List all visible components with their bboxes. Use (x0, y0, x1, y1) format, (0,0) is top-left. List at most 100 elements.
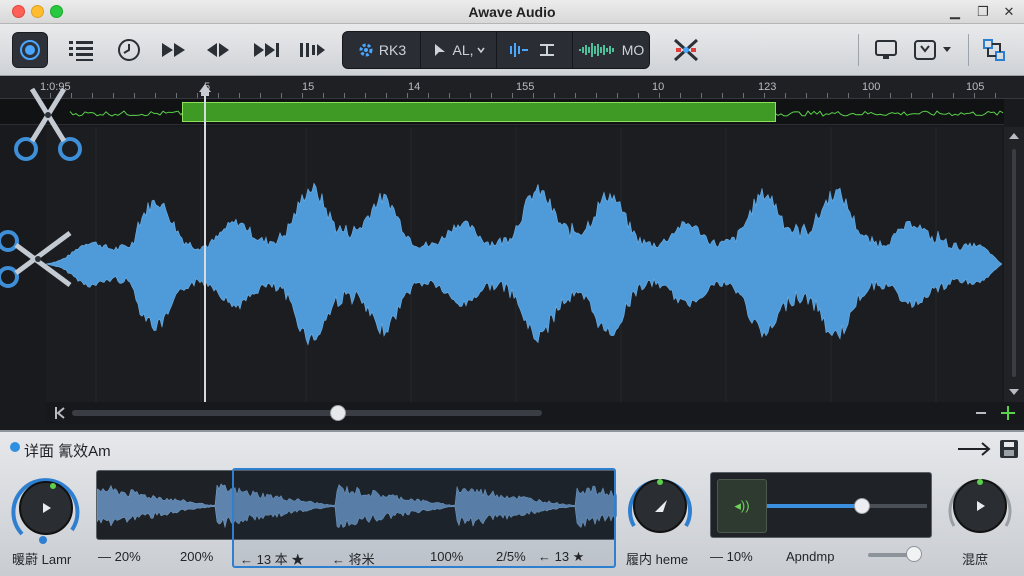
ruler-tick (659, 93, 660, 98)
value-label: 2/5% (496, 549, 526, 564)
waveform-editor[interactable]: 1:0:95 5 15 14 155 10 123 100 105 (0, 77, 1024, 430)
export-icon (914, 40, 951, 60)
scroll-thumb[interactable] (330, 405, 346, 421)
effect-button-3[interactable] (497, 32, 573, 68)
crop-tool-button[interactable] (668, 34, 704, 66)
ruler-tick (995, 93, 996, 98)
ruler-label: 155 (516, 81, 535, 93)
effect-button-4[interactable]: MO (573, 32, 649, 68)
record-button[interactable] (12, 32, 48, 68)
zoom-out-icon[interactable] (972, 402, 992, 424)
app-window: Awave Audio ▁ ❐ ✕ RK3 AL, MO 1:0:95 15 1… (0, 0, 1024, 576)
ruler-label: 123 (758, 81, 777, 93)
vertical-scrollbar[interactable] (1004, 127, 1024, 402)
clock-icon (118, 39, 140, 61)
level-thumb[interactable] (854, 498, 870, 514)
zoom-in-icon[interactable] (998, 402, 1018, 424)
ruler-tick (155, 93, 156, 98)
effect-button-1[interactable]: RK3 (343, 32, 421, 68)
ruler-tick (848, 93, 849, 98)
close-icon[interactable]: ✕ (998, 2, 1020, 22)
ruler-label: 105 (966, 81, 985, 93)
rewind-forward-button[interactable] (202, 34, 234, 66)
ruler-tick (407, 93, 408, 98)
skip-forward-button[interactable] (250, 34, 282, 66)
export-dropdown-button[interactable] (910, 34, 958, 66)
small-slider-thumb[interactable] (906, 546, 922, 562)
restore-icon[interactable]: ❐ (972, 2, 994, 22)
main-waveform[interactable] (45, 127, 1003, 402)
chevron-down-icon (476, 47, 485, 54)
ruler-tick (638, 93, 639, 98)
monitor-icon (875, 40, 897, 59)
toolbar-divider (858, 34, 859, 66)
ruler-tick (449, 93, 450, 98)
toolbar: RK3 AL, MO (0, 24, 1024, 76)
routing-button[interactable] (978, 34, 1010, 66)
selection-region[interactable] (182, 102, 776, 122)
output-knob[interactable] (944, 470, 1016, 542)
effects-panel: 详面 氰效Am 暖蔚 Lamr — 20% 200% ← 13 本 ★ ← 将米… (0, 430, 1024, 576)
scissors-icon[interactable] (8, 79, 88, 169)
effects-group: RK3 AL, MO (342, 31, 650, 69)
ruler-tick (512, 93, 513, 98)
ruler-tick (554, 93, 555, 98)
ruler-tick (176, 93, 177, 98)
ruler-tick (596, 93, 597, 98)
ruler-tick (218, 93, 219, 98)
fast-forward-icon (162, 43, 185, 57)
effect-label-1: RK3 (378, 42, 407, 58)
ruler-tick (302, 93, 303, 98)
title-bar: Awave Audio ▁ ❐ ✕ (0, 0, 1024, 24)
ruler-tick (386, 93, 387, 98)
value-label: ← 13 ★ (538, 549, 585, 564)
waveform-graphic (45, 127, 1003, 402)
input-gain-knob[interactable] (10, 472, 82, 544)
record-icon (20, 40, 40, 60)
ruler-tick (575, 93, 576, 98)
value-label: ← 13 本 ★ (240, 552, 305, 567)
waveform-icon (578, 43, 614, 57)
effect-label-2: AL, (452, 42, 474, 58)
clock-button[interactable] (114, 34, 144, 66)
panel-status-dot (10, 442, 20, 452)
ruler-tick (764, 93, 765, 98)
knob-icon (628, 479, 692, 533)
horizontal-scrollbar[interactable] (46, 402, 1024, 424)
arrow-right-icon[interactable] (956, 438, 996, 460)
scroll-track[interactable] (72, 410, 542, 416)
scissors-icon[interactable] (0, 219, 78, 299)
ruler-tick (113, 93, 114, 98)
ruler-tick (365, 93, 366, 98)
mix-knob[interactable] (624, 470, 696, 542)
ruler-tick (869, 93, 870, 98)
ruler-label: 14 (408, 81, 421, 93)
track-list-button[interactable] (64, 34, 98, 66)
gear-icon (359, 43, 373, 57)
vertical-scroll-graphic (1009, 133, 1019, 395)
knob1-label: 暖蔚 Lamr (12, 552, 72, 567)
list-icon (69, 41, 93, 61)
minimize-icon[interactable]: ▁ (944, 2, 966, 22)
timeline-ruler[interactable]: 1:0:95 5 15 14 155 10 123 100 105 (0, 77, 1024, 99)
cursor-icon (435, 44, 446, 56)
ruler-tick (92, 93, 93, 98)
speaker-icon[interactable]: ◂)) (717, 479, 767, 533)
fast-forward-button[interactable] (158, 34, 190, 66)
ruler-tick (827, 93, 828, 98)
knob3-label: 混庶 (962, 552, 989, 567)
pause-bars-button[interactable] (296, 34, 328, 66)
ruler-label: 100 (862, 81, 881, 93)
effect-button-2[interactable]: AL, (421, 32, 497, 68)
ruler-tick (239, 93, 240, 98)
monitor-button[interactable] (870, 34, 902, 66)
playhead-marker-icon[interactable] (198, 83, 212, 97)
ruler-tick (953, 93, 954, 98)
scroll-left-icon[interactable] (50, 402, 70, 424)
playhead[interactable] (204, 85, 206, 403)
save-icon[interactable] (998, 438, 1020, 460)
ruler-tick (701, 93, 702, 98)
ruler-tick (533, 93, 534, 98)
ruler-tick (344, 93, 345, 98)
ruler-tick (722, 93, 723, 98)
